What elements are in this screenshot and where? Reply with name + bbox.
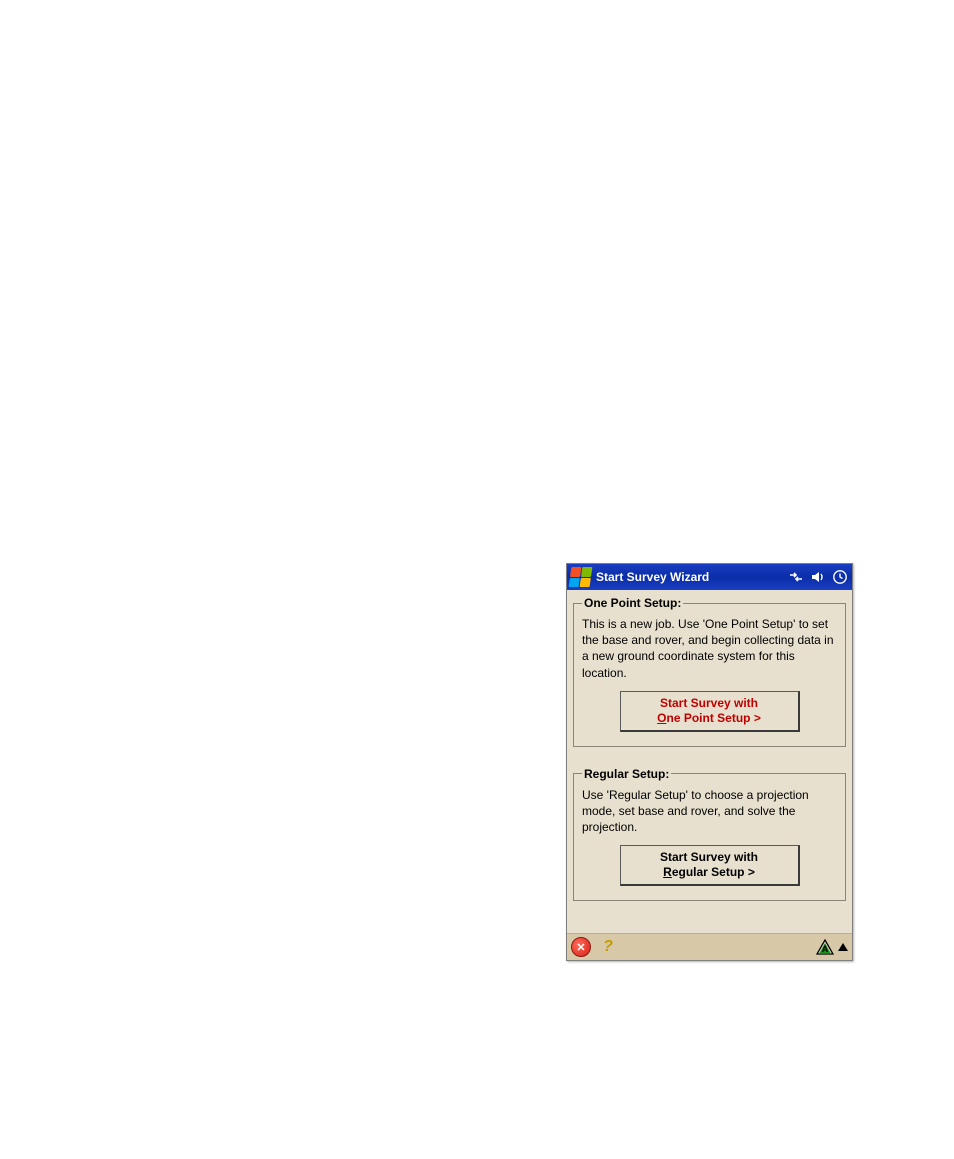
one-point-setup-group: One Point Setup: This is a new job. Use … [573,596,846,747]
window-client-area: One Point Setup: This is a new job. Use … [567,590,852,933]
button-accel-char: O [657,711,666,725]
window-titlebar: Start Survey Wizard [567,564,852,590]
one-point-setup-legend: One Point Setup: [582,596,683,610]
regular-setup-group: Regular Setup: Use 'Regular Setup' to ch… [573,767,846,902]
close-icon[interactable]: ✕ [571,937,591,957]
help-icon[interactable]: ? [599,938,617,956]
button-rest: ne Point Setup > [667,711,761,725]
windows-start-icon[interactable] [569,567,593,587]
button-rest: egular Setup > [672,865,755,879]
button-accel-char: R [663,865,672,879]
start-survey-regular-button[interactable]: Start Survey with Regular Setup > [620,845,800,886]
menu-up-icon[interactable] [838,943,848,951]
button-line1: Start Survey with [660,696,758,710]
start-survey-wizard-window: Start Survey Wizard One Point Setup: Thi… [566,563,853,961]
connectivity-icon[interactable] [788,569,804,585]
window-bottom-bar: ✕ ? A [567,933,852,960]
regular-setup-description: Use 'Regular Setup' to choose a projecti… [582,787,837,836]
svg-text:A: A [822,944,829,954]
regular-setup-legend: Regular Setup: [582,767,671,781]
status-triangle-icon[interactable]: A [816,939,834,955]
start-survey-one-point-button[interactable]: Start Survey with One Point Setup > [620,691,800,732]
titlebar-status-icons [788,569,848,585]
clock-icon[interactable] [832,569,848,585]
speaker-icon[interactable] [810,569,826,585]
button-line1: Start Survey with [660,850,758,864]
window-title: Start Survey Wizard [596,570,783,584]
one-point-setup-description: This is a new job. Use 'One Point Setup'… [582,616,837,681]
